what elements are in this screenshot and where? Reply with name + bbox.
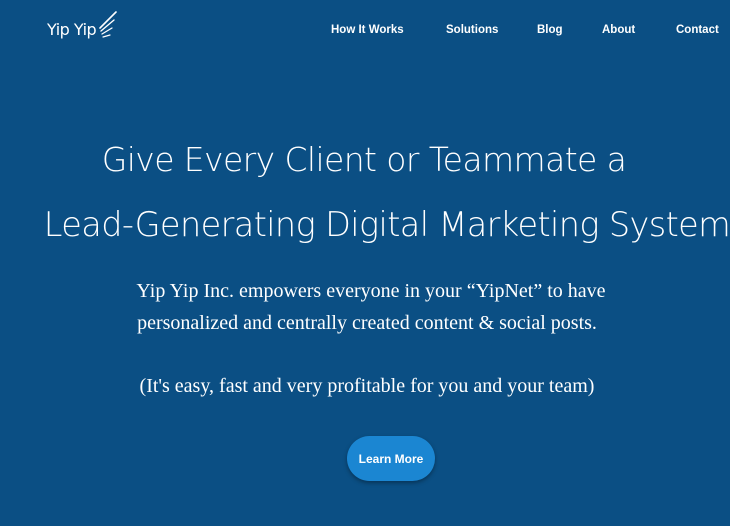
learn-more-button[interactable]: Learn More [347,436,435,481]
nav-solutions[interactable]: Solutions [446,24,498,36]
hero-subtitle-line-2: personalized and centrally created conte… [137,312,597,334]
hero-title-line-2: Lead-Generating Digital Marketing System [43,205,730,244]
site-header: Yip Yip How It Works Solutions Blog Abou… [0,0,730,62]
nav-contact[interactable]: Contact [676,24,719,36]
hero-title-line-1: Give Every Client or Teammate a [101,140,627,179]
hero-note: (It's easy, fast and very profitable for… [139,375,595,397]
nav-about[interactable]: About [602,24,635,36]
nav-how-it-works[interactable]: How It Works [331,24,404,36]
main-nav: How It Works Solutions Blog About Contac… [0,24,730,40]
hero-subtitle-line-1: Yip Yip Inc. empowers everyone in your “… [136,280,606,302]
nav-blog[interactable]: Blog [537,24,563,36]
